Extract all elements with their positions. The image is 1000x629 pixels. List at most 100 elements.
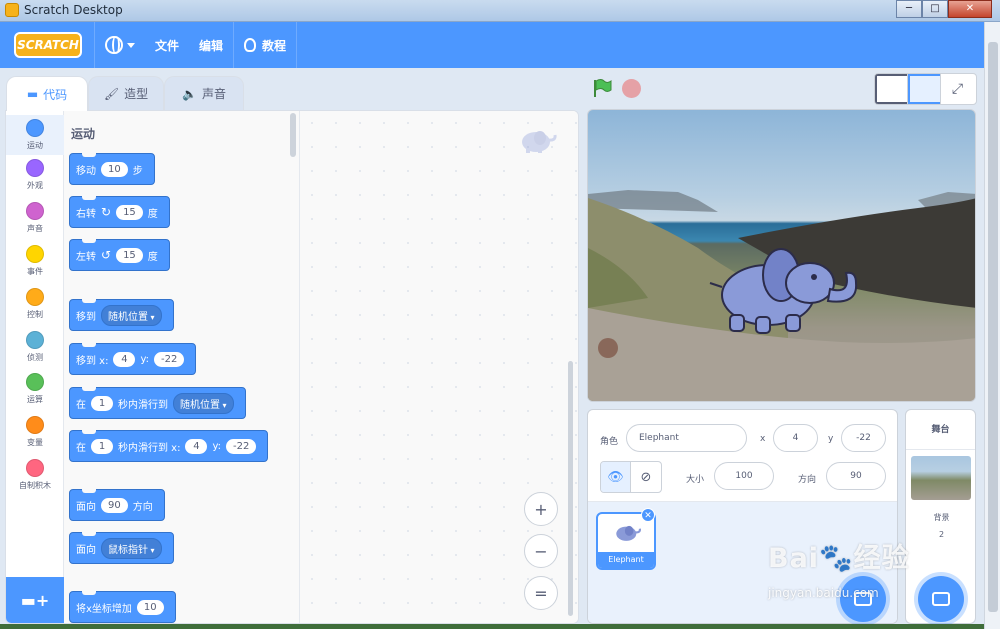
block-point-direction[interactable]: 面向 90 方向 bbox=[69, 489, 165, 521]
baidu-watermark-url: jingyan.baidu.com bbox=[768, 586, 879, 600]
desktop-strip bbox=[0, 624, 984, 629]
y-input[interactable]: -22 bbox=[226, 438, 257, 454]
category-variables[interactable]: 变量 bbox=[6, 416, 64, 448]
zoom-in-button[interactable]: + bbox=[524, 492, 558, 526]
x-input[interactable]: 4 bbox=[113, 351, 136, 367]
category-dot bbox=[26, 416, 44, 434]
globe-icon bbox=[105, 36, 123, 54]
block-text: 将x坐标增加 bbox=[76, 603, 132, 615]
glide-target-dropdown[interactable]: 随机位置 bbox=[173, 392, 234, 414]
category-events[interactable]: 事件 bbox=[6, 245, 64, 277]
category-dot bbox=[26, 288, 44, 306]
minimize-button[interactable]: ─ bbox=[896, 0, 922, 18]
change-x-input[interactable]: 10 bbox=[136, 599, 164, 615]
seconds-input[interactable]: 1 bbox=[91, 395, 113, 411]
backdrop-thumbnail[interactable] bbox=[911, 456, 971, 500]
fullscreen-button[interactable]: ⤢ bbox=[941, 74, 974, 104]
category-motion[interactable]: 运动 bbox=[6, 115, 64, 155]
window-scrollbar[interactable] bbox=[984, 22, 1000, 629]
y-input[interactable]: -22 bbox=[154, 351, 185, 367]
close-button[interactable]: ✕ bbox=[948, 0, 992, 18]
steps-input[interactable]: 10 bbox=[101, 161, 128, 177]
block-move-steps[interactable]: 移动 10 步 bbox=[69, 153, 155, 185]
small-stage-button[interactable] bbox=[875, 74, 908, 104]
zoom-reset-button[interactable]: = bbox=[524, 576, 558, 610]
degrees-input[interactable]: 15 bbox=[116, 204, 143, 220]
block-goto[interactable]: 移到 随机位置 bbox=[69, 299, 174, 331]
green-flag-button[interactable] bbox=[592, 78, 612, 98]
block-text: 在 bbox=[76, 442, 86, 454]
menu-bar: SCRATCH 文件 编辑 教程 bbox=[0, 22, 984, 68]
degrees-input[interactable]: 15 bbox=[116, 247, 143, 263]
code-panel: 运动 外观 声音 事件 控制 侦测 运算 变量 自制积木 ▬+ 运动 移动 10… bbox=[5, 110, 579, 624]
eye-off-icon: ⊘ bbox=[640, 469, 652, 485]
tutorials-menu[interactable]: 教程 bbox=[234, 22, 296, 68]
direction-input[interactable]: 90 bbox=[101, 497, 128, 513]
sprite-x-input[interactable]: 4 bbox=[773, 424, 818, 452]
block-text: 秒内滑行到 x: bbox=[118, 442, 181, 454]
sprite-y-input[interactable]: -22 bbox=[841, 424, 886, 452]
goto-target-dropdown[interactable]: 随机位置 bbox=[101, 304, 162, 326]
category-control[interactable]: 控制 bbox=[6, 288, 64, 320]
menu-divider bbox=[296, 22, 298, 68]
block-turn-right[interactable]: 右转 ↻ 15 度 bbox=[69, 196, 170, 228]
palette-scrollbar[interactable] bbox=[290, 113, 296, 157]
hide-sprite-button[interactable]: ⊘ bbox=[631, 462, 661, 492]
category-my-blocks[interactable]: 自制积木 bbox=[6, 459, 64, 491]
stage[interactable] bbox=[587, 109, 976, 402]
tab-sounds[interactable]: 🔈 声音 bbox=[164, 76, 244, 110]
category-sound[interactable]: 声音 bbox=[6, 202, 64, 234]
towards-target-dropdown[interactable]: 鼠标指针 bbox=[101, 537, 162, 559]
close-icon: ✕ bbox=[644, 511, 652, 521]
block-turn-left[interactable]: 左转 ↺ 15 度 bbox=[69, 239, 170, 271]
y-label: y bbox=[828, 434, 834, 444]
category-looks[interactable]: 外观 bbox=[6, 159, 64, 191]
delete-sprite-button[interactable]: ✕ bbox=[641, 508, 655, 522]
zoom-reset-icon: = bbox=[534, 583, 548, 603]
script-workspace[interactable]: + − = bbox=[300, 111, 578, 623]
maximize-button[interactable]: □ bbox=[922, 0, 948, 18]
block-text: 右转 bbox=[76, 208, 96, 220]
edit-menu[interactable]: 编辑 bbox=[189, 22, 233, 68]
category-operators[interactable]: 运算 bbox=[6, 373, 64, 405]
language-menu[interactable] bbox=[95, 22, 145, 68]
image-add-icon bbox=[932, 592, 950, 606]
block-point-towards[interactable]: 面向 鼠标指针 bbox=[69, 532, 174, 564]
sprite-size-input[interactable]: 100 bbox=[714, 462, 774, 490]
elephant-sprite[interactable] bbox=[706, 243, 864, 335]
scratch-logo[interactable]: SCRATCH bbox=[14, 32, 82, 58]
category-label: 声音 bbox=[27, 224, 43, 233]
zoom-out-button[interactable]: − bbox=[524, 534, 558, 568]
normal-stage-button[interactable] bbox=[908, 74, 941, 104]
block-text: 步 bbox=[132, 165, 143, 177]
block-text: 度 bbox=[147, 251, 158, 263]
block-glide-xy[interactable]: 在 1 秒内滑行到 x: 4 y: -22 bbox=[69, 430, 269, 462]
seconds-input[interactable]: 1 bbox=[91, 438, 113, 454]
app-icon bbox=[5, 3, 19, 17]
eye-icon: 👁 bbox=[607, 469, 624, 485]
elephant-sprite-icon bbox=[522, 131, 557, 153]
visibility-toggle: 👁 ⊘ bbox=[600, 461, 662, 493]
block-text: 度 bbox=[147, 208, 158, 220]
x-input[interactable]: 4 bbox=[185, 438, 208, 454]
category-sensing[interactable]: 侦测 bbox=[6, 331, 64, 363]
block-change-x[interactable]: 将x坐标增加 10 bbox=[69, 591, 176, 623]
workspace-scrollbar[interactable] bbox=[568, 361, 573, 616]
stop-button[interactable] bbox=[622, 79, 641, 98]
file-menu[interactable]: 文件 bbox=[145, 22, 189, 68]
block-text: 移到 x: bbox=[76, 355, 109, 367]
baidu-watermark-logo: Bai🐾经验 bbox=[768, 543, 910, 574]
sprite-direction-input[interactable]: 90 bbox=[826, 462, 886, 490]
tab-costumes[interactable]: 🖌 造型 bbox=[88, 76, 164, 110]
block-glide-to[interactable]: 在 1 秒内滑行到 随机位置 bbox=[69, 387, 246, 419]
scrollbar-thumb[interactable] bbox=[988, 42, 998, 612]
sprite-name-input[interactable]: Elephant bbox=[626, 424, 747, 452]
choose-backdrop-button[interactable] bbox=[918, 576, 964, 622]
block-text: 秒内滑行到 bbox=[118, 399, 168, 411]
add-extension-button[interactable]: ▬+ bbox=[6, 577, 64, 623]
tab-code[interactable]: ▬ 代码 bbox=[6, 76, 88, 111]
rotate-counterclockwise-icon: ↺ bbox=[101, 248, 112, 262]
show-sprite-button[interactable]: 👁 bbox=[601, 462, 632, 492]
block-goto-xy[interactable]: 移到 x: 4 y: -22 bbox=[69, 343, 197, 375]
rotate-clockwise-icon: ↻ bbox=[101, 205, 112, 219]
